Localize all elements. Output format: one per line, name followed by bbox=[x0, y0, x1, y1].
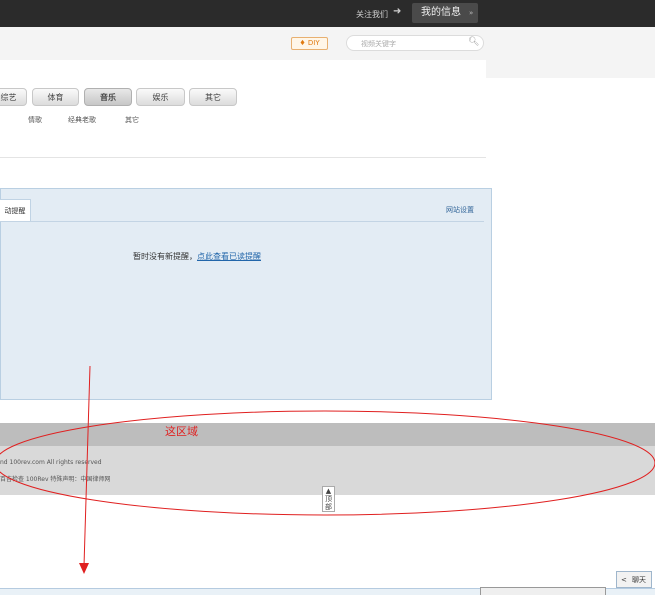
search-icon[interactable]: 🔍︎ bbox=[468, 37, 479, 47]
back-to-top-label: 顶部 bbox=[325, 495, 332, 511]
category-tab-music[interactable]: 音乐 bbox=[84, 88, 132, 106]
search-input[interactable]: 视频关键字 🔍︎ bbox=[346, 35, 484, 51]
empty-notice-message: 暂时没有新提醒，点此查看已读提醒 bbox=[133, 251, 261, 262]
credits-text: 百吉检查 100Rev 特殊声明：中国律师网 bbox=[0, 476, 111, 483]
notifications-box bbox=[0, 188, 492, 400]
my-info-button[interactable]: 我的信息 » bbox=[412, 3, 478, 23]
subcategory-love-songs[interactable]: 情歌 bbox=[28, 115, 42, 125]
subcategory-classic-songs[interactable]: 经典老歌 bbox=[68, 115, 96, 125]
arrow-up-icon: ▲ bbox=[325, 487, 332, 495]
tab-divider bbox=[0, 221, 484, 222]
subcategory-other[interactable]: 其它 bbox=[125, 115, 139, 125]
empty-notice-text: 暂时没有新提醒， bbox=[133, 252, 197, 261]
chat-button[interactable]: < 聊天 bbox=[616, 571, 652, 588]
chat-label: 聊天 bbox=[632, 576, 646, 584]
category-tab-variety[interactable]: 综艺 bbox=[0, 88, 27, 106]
chevron-down-icon: » bbox=[469, 9, 474, 17]
copyright-text: nd 100rev.com All rights reserved bbox=[0, 459, 102, 466]
diy-button[interactable]: ♦ DIY bbox=[291, 37, 328, 50]
footer-bar bbox=[0, 423, 655, 446]
divider bbox=[0, 157, 486, 158]
site-settings-link[interactable]: 网站设置 bbox=[446, 205, 474, 215]
right-gutter bbox=[486, 60, 655, 78]
search-placeholder: 视频关键字 bbox=[361, 40, 396, 48]
annotation-label: 这区域 bbox=[165, 425, 198, 438]
tab-notifications[interactable]: 动提醒 bbox=[0, 199, 31, 221]
back-to-top-button[interactable]: ▲ 顶部 bbox=[322, 486, 335, 512]
arrow-right-icon: ➜ bbox=[393, 6, 402, 17]
chevron-left-icon: < bbox=[621, 576, 627, 584]
top-navbar bbox=[0, 0, 655, 27]
category-tab-sports[interactable]: 体育 bbox=[32, 88, 79, 106]
category-tab-entertainment[interactable]: 娱乐 bbox=[136, 88, 185, 106]
category-tab-other[interactable]: 其它 bbox=[189, 88, 237, 106]
view-read-notices-link[interactable]: 点此查看已读提醒 bbox=[197, 252, 261, 261]
annotation-arrowhead bbox=[79, 563, 89, 574]
my-info-label: 我的信息 bbox=[421, 7, 461, 18]
follow-us-link[interactable]: 关注我们 bbox=[356, 9, 388, 20]
